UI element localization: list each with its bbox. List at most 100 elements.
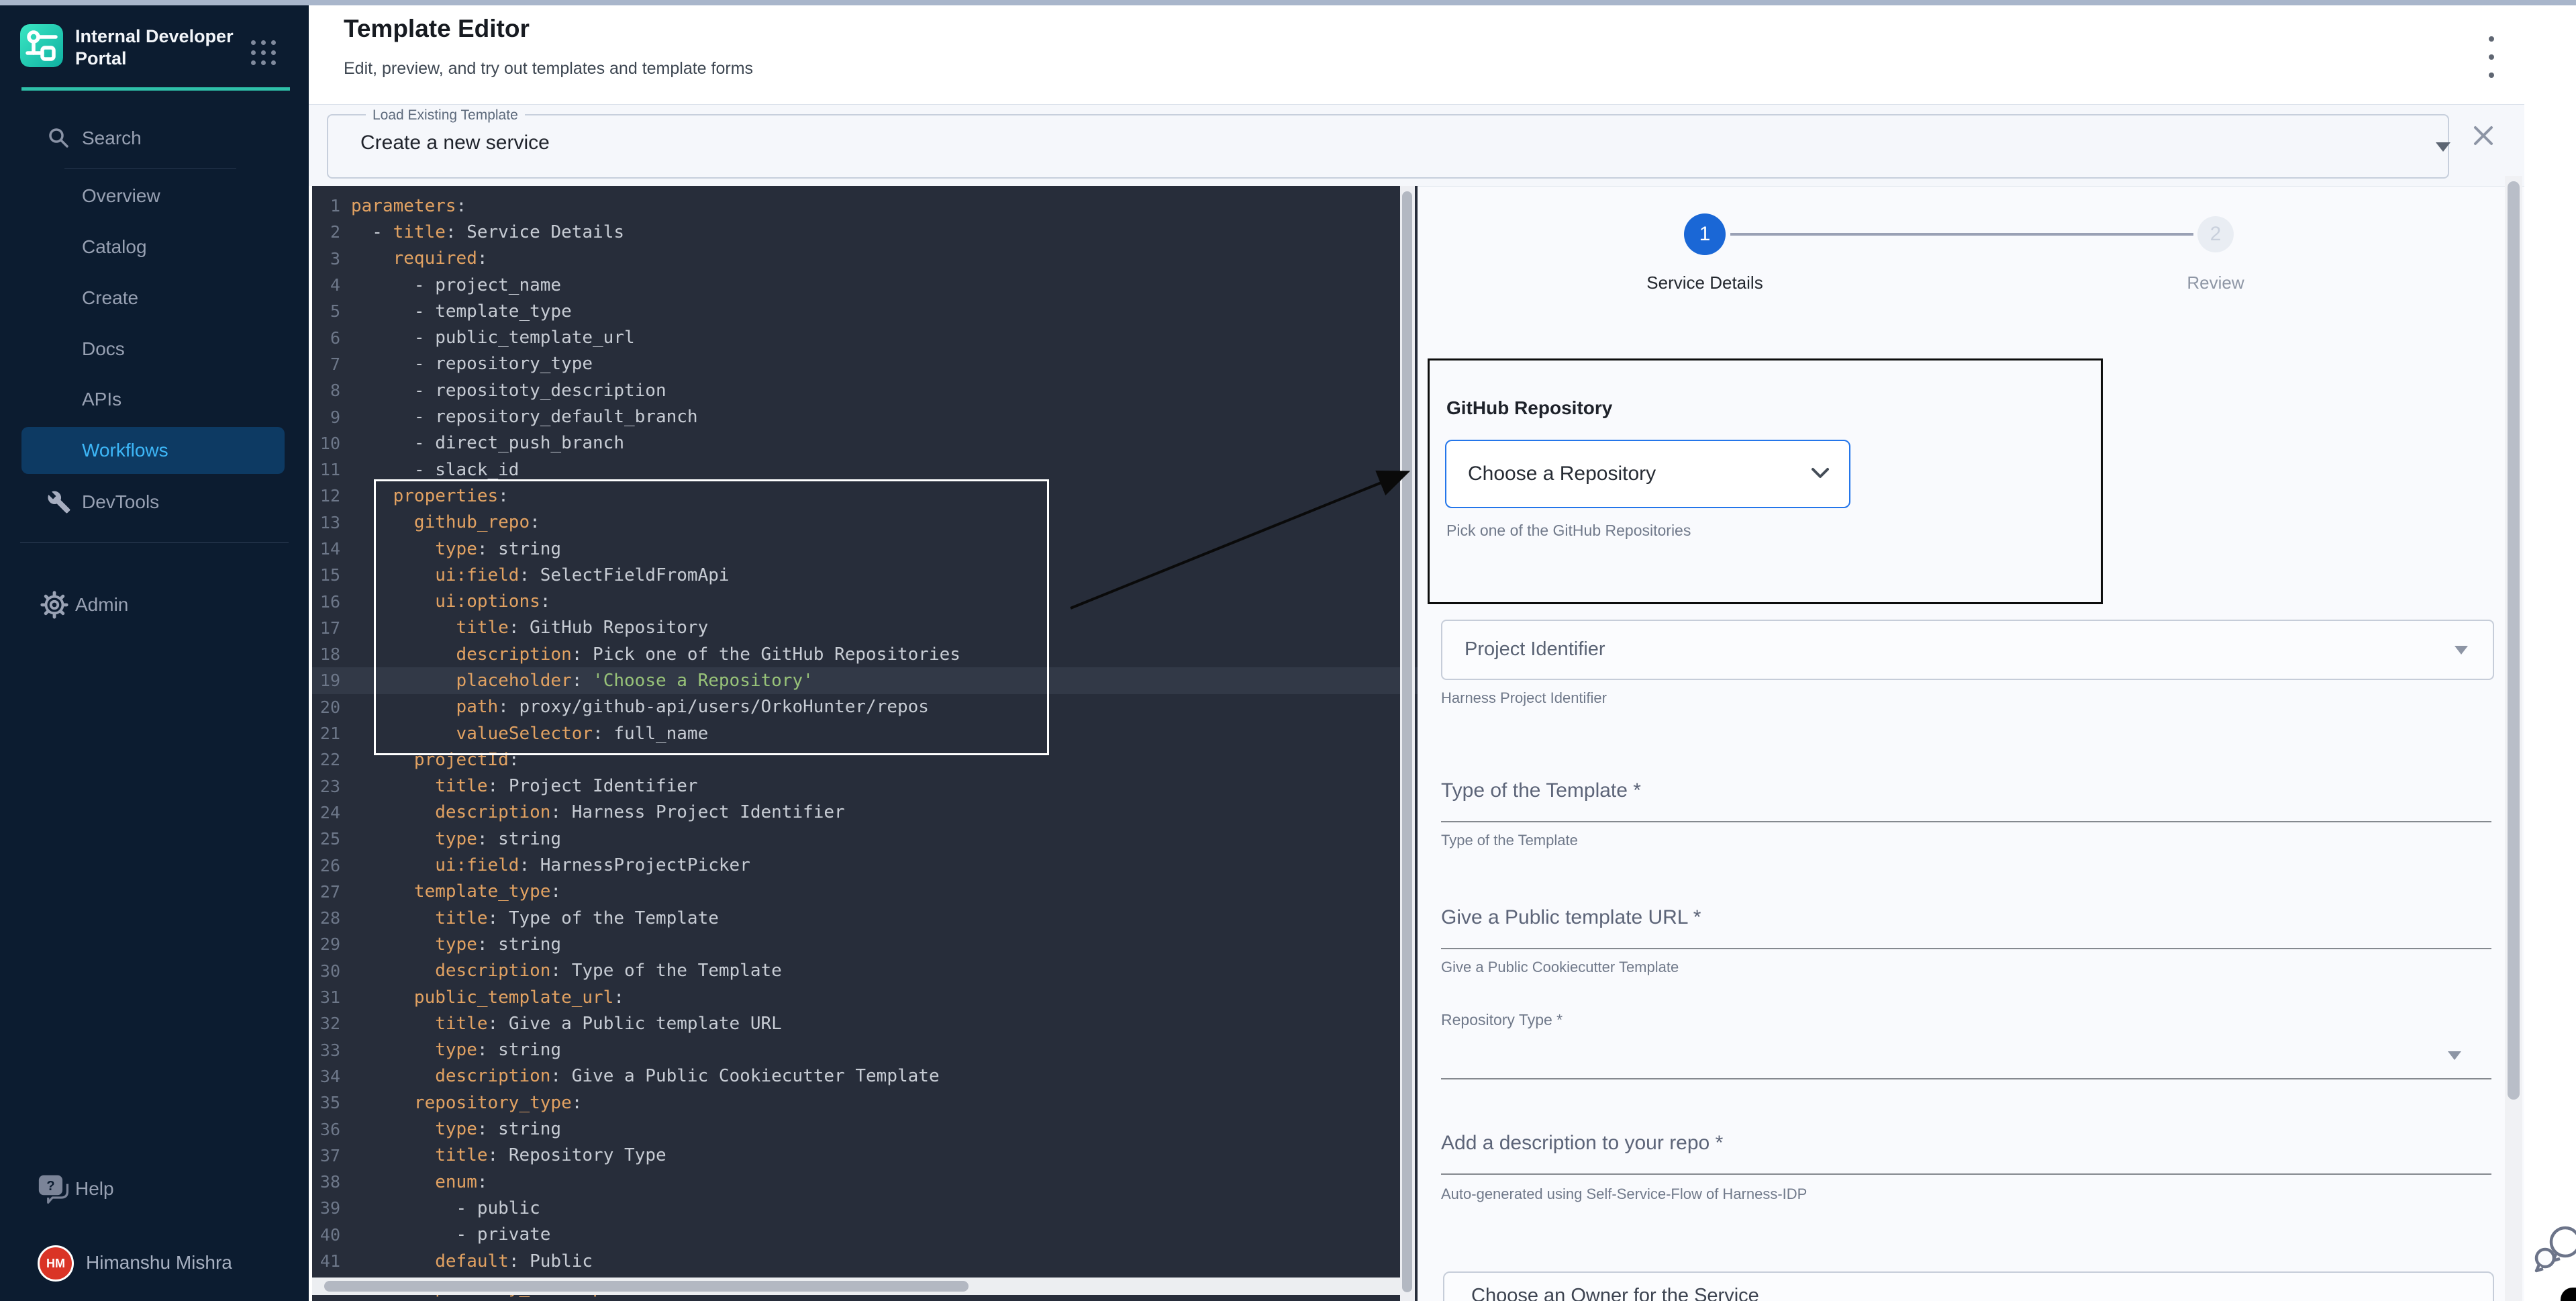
editor-horizontal-scrollbar[interactable] — [312, 1278, 1400, 1295]
sidebar-item-devtools[interactable]: DevTools — [0, 485, 309, 520]
code-line[interactable]: 39 - public — [312, 1195, 1418, 1221]
code-line[interactable]: 10 - direct_push_branch — [312, 430, 1418, 456]
code-line[interactable]: 26 ui:field: HarnessProjectPicker — [312, 852, 1418, 878]
line-number: 19 — [312, 671, 340, 690]
harness-idp-logo[interactable] — [20, 24, 63, 67]
line-number: 30 — [312, 961, 340, 981]
project-identifier-select[interactable]: Project Identifier — [1441, 620, 2494, 680]
load-template-select[interactable]: Load Existing Template Create a new serv… — [327, 114, 2449, 179]
code-line[interactable]: 36 type: string — [312, 1116, 1418, 1142]
code-text: - slack_id — [351, 460, 519, 480]
sidebar-divider — [20, 542, 289, 543]
field-repo-description[interactable]: Add a description to your repo * Auto-ge… — [1441, 1132, 2491, 1155]
field-public-template-url[interactable]: Give a Public template URL * Give a Publ… — [1441, 906, 2491, 929]
line-number: 39 — [312, 1198, 340, 1218]
template-editor-page: Internal Developer Portal Search Overvie… — [0, 0, 2576, 1301]
sidebar-item-docs[interactable]: Docs — [0, 333, 309, 365]
sidebar-item-overview[interactable]: Overview — [0, 180, 309, 212]
code-line[interactable]: 7 - repository_type — [312, 351, 1418, 377]
line-number: 12 — [312, 486, 340, 505]
chat-support-icon[interactable] — [2534, 1220, 2576, 1281]
code-line[interactable]: 5 - template_type — [312, 298, 1418, 324]
line-number: 32 — [312, 1014, 340, 1033]
github-repository-select[interactable]: Choose a Repository — [1445, 440, 1850, 508]
sidebar-item-create[interactable]: Create — [0, 282, 309, 314]
field-type-of-template[interactable]: Type of the Template * Type of the Templ… — [1441, 779, 2491, 802]
code-line[interactable]: 29 type: string — [312, 931, 1418, 957]
stepper-label-service-details: Service Details — [1618, 273, 1792, 293]
sidebar: Internal Developer Portal Search Overvie… — [0, 5, 309, 1301]
code-line[interactable]: 38 enum: — [312, 1169, 1418, 1195]
project-identifier-helper: Harness Project Identifier — [1441, 689, 1607, 707]
code-line[interactable]: 27 template_type: — [312, 879, 1418, 905]
code-line[interactable]: 37 title: Repository Type — [312, 1143, 1418, 1169]
kebab-menu-icon[interactable] — [2478, 32, 2505, 82]
scrollbar-thumb[interactable] — [324, 1281, 969, 1292]
code-line[interactable]: 40 - private — [312, 1222, 1418, 1248]
line-number: 15 — [312, 565, 340, 585]
editor-vertical-scrollbar[interactable] — [1400, 186, 1415, 1301]
field-repository-type[interactable]: Repository Type * — [1441, 1011, 2491, 1029]
code-line[interactable]: 24 description: Harness Project Identifi… — [312, 800, 1418, 826]
stepper-step-1[interactable]: 1 — [1684, 213, 1726, 255]
line-number: 8 — [312, 381, 340, 400]
yaml-code-editor[interactable]: 1parameters:2 - title: Service Details3 … — [312, 186, 1418, 1301]
page-vertical-scrollbar[interactable] — [2505, 176, 2522, 1301]
page-subtitle: Edit, preview, and try out templates and… — [344, 59, 753, 79]
code-text: ui:field: HarnessProjectPicker — [351, 855, 750, 875]
code-line[interactable]: 25 type: string — [312, 826, 1418, 852]
code-line[interactable]: 23 title: Project Identifier — [312, 773, 1418, 800]
code-line[interactable]: 28 title: Type of the Template — [312, 905, 1418, 931]
code-line[interactable]: 41 default: Public — [312, 1248, 1418, 1274]
scrollbar-thumb[interactable] — [2508, 181, 2520, 1100]
code-text: title: Type of the Template — [351, 908, 719, 928]
code-highlight-box — [374, 479, 1049, 755]
code-text: - repository_default_branch — [351, 407, 698, 427]
code-text: type: string — [351, 829, 561, 849]
code-text: template_type: — [351, 881, 561, 902]
code-line[interactable]: 4 - project_name — [312, 272, 1418, 298]
close-icon[interactable] — [2471, 124, 2495, 148]
code-line[interactable]: 8 - repositoty_description — [312, 377, 1418, 403]
line-number: 24 — [312, 803, 340, 822]
window-top-strip — [0, 0, 2576, 5]
chevron-down-icon[interactable] — [2436, 142, 2450, 152]
stepper-step-2[interactable]: 2 — [2197, 216, 2234, 252]
code-line[interactable]: 6 - public_template_url — [312, 324, 1418, 350]
code-text: default: Public — [351, 1251, 593, 1271]
line-number: 26 — [312, 856, 340, 875]
code-text: required: — [351, 248, 488, 269]
sidebar-item-admin[interactable]: Admin — [0, 587, 309, 622]
load-template-row: Load Existing Template Create a new serv… — [309, 105, 2524, 186]
line-number: 13 — [312, 513, 340, 532]
code-line[interactable]: 35 repository_type: — [312, 1090, 1418, 1116]
line-number: 7 — [312, 354, 340, 374]
apps-grid-icon[interactable] — [251, 40, 277, 66]
code-text: description: Harness Project Identifier — [351, 802, 845, 822]
code-line[interactable]: 34 description: Give a Public Cookiecutt… — [312, 1063, 1418, 1090]
line-number: 37 — [312, 1146, 340, 1165]
line-number: 5 — [312, 301, 340, 321]
code-line[interactable]: 2 - title: Service Details — [312, 219, 1418, 245]
line-number: 40 — [312, 1225, 340, 1245]
code-line[interactable]: 1parameters: — [312, 193, 1418, 219]
sidebar-item-help[interactable]: ? Help — [0, 1171, 309, 1206]
code-line[interactable]: 32 title: Give a Public template URL — [312, 1010, 1418, 1037]
code-text: - public — [351, 1198, 540, 1218]
sidebar-item-apis[interactable]: APIs — [0, 383, 309, 416]
code-line[interactable]: 9 - repository_default_branch — [312, 403, 1418, 430]
sidebar-user[interactable]: HM Himanshu Mishra — [0, 1244, 309, 1282]
code-line[interactable]: 33 type: string — [312, 1037, 1418, 1063]
code-line[interactable]: 3 required: — [312, 246, 1418, 272]
sidebar-item-search[interactable]: Search — [0, 121, 309, 156]
code-line[interactable]: 30 description: Type of the Template — [312, 958, 1418, 984]
owner-select[interactable]: Choose an Owner for the Service — [1443, 1271, 2494, 1301]
avatar: HM — [38, 1245, 74, 1282]
input-underline — [1441, 1173, 2491, 1175]
scrollbar-thumb[interactable] — [1402, 191, 1412, 1292]
sidebar-item-workflows-active[interactable]: Workflows — [21, 427, 285, 474]
sidebar-item-catalog[interactable]: Catalog — [0, 231, 309, 263]
code-line[interactable]: 31 public_template_url: — [312, 984, 1418, 1010]
line-number: 25 — [312, 829, 340, 849]
line-number: 17 — [312, 618, 340, 638]
